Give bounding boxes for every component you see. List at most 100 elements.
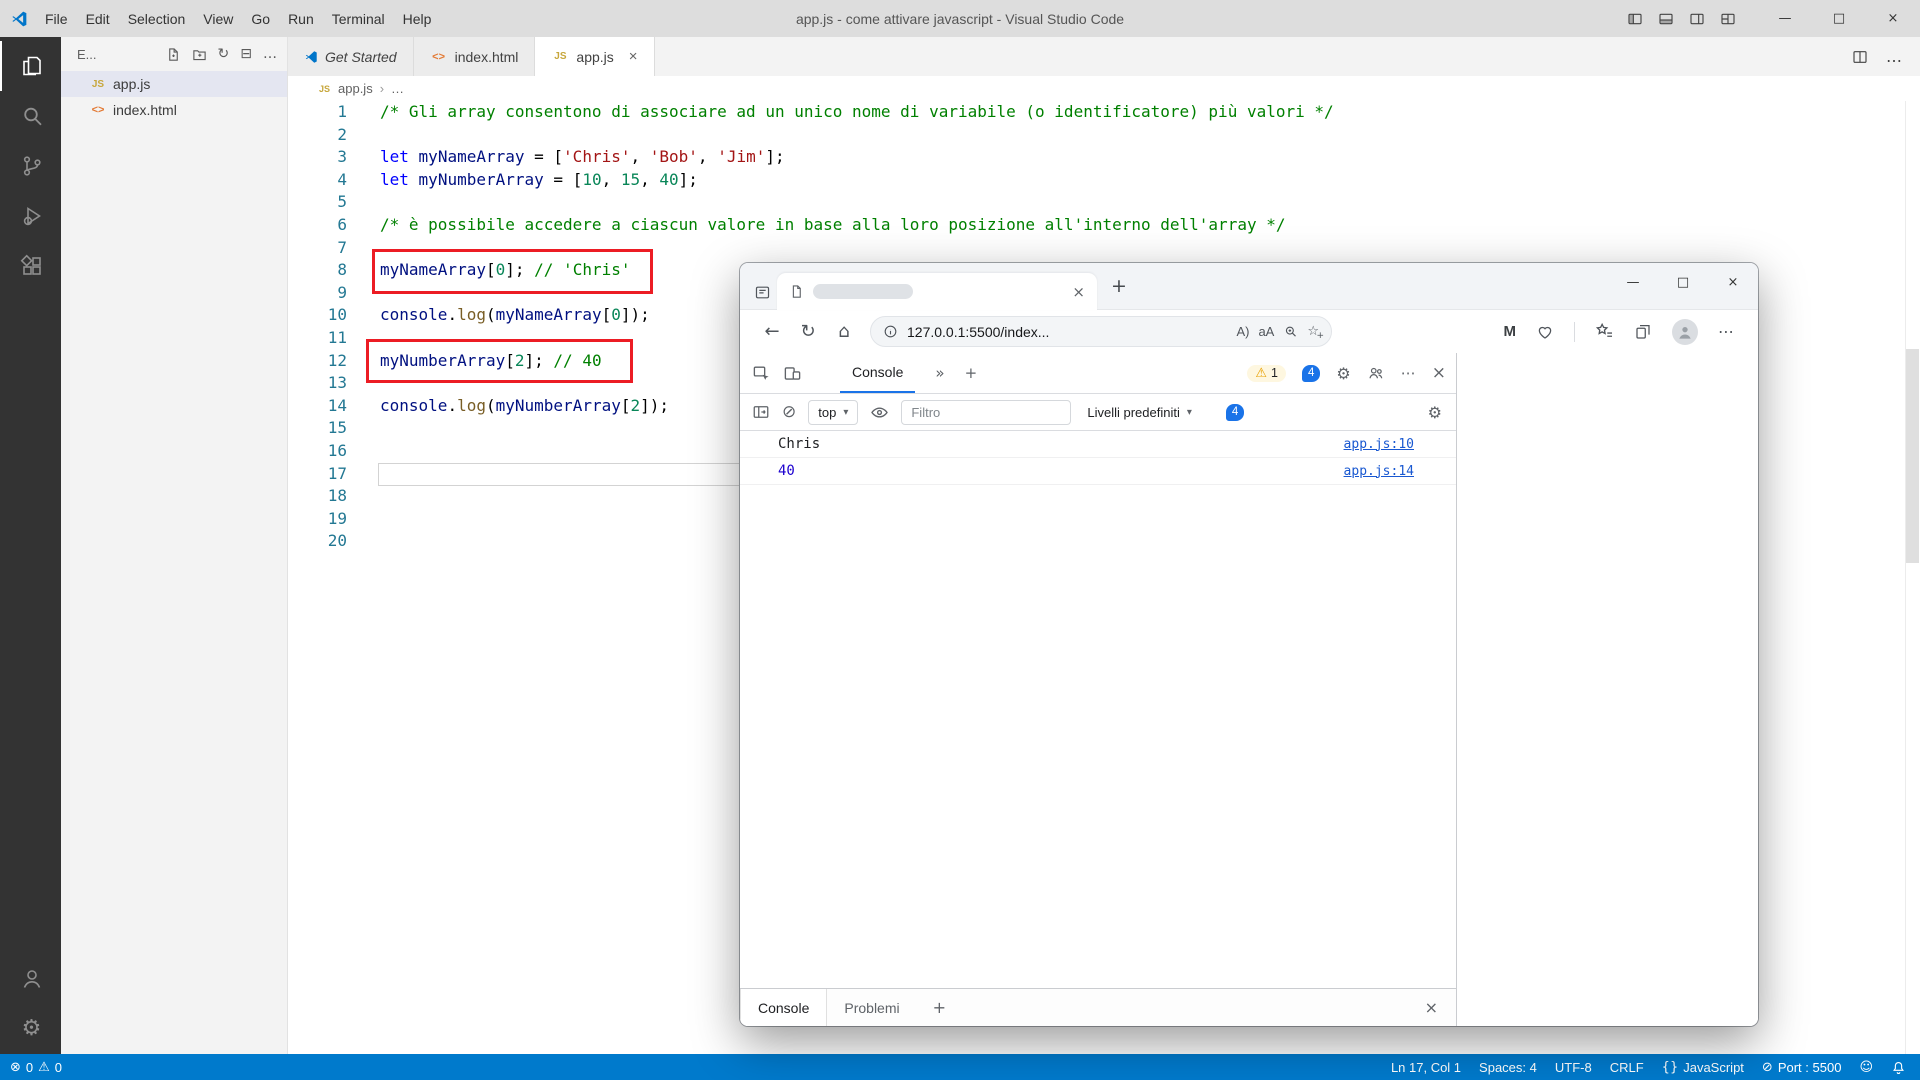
log-levels-selector[interactable]: Livelli predefiniti ▾: [1087, 405, 1192, 420]
tab-actions-icon[interactable]: [754, 284, 771, 301]
maximize-button[interactable]: □: [1658, 263, 1708, 301]
close-drawer-icon[interactable]: ×: [1407, 989, 1456, 1026]
minimize-button[interactable]: —: [1758, 0, 1812, 37]
menu-terminal[interactable]: Terminal: [323, 11, 394, 27]
breadcrumb-more[interactable]: …: [391, 81, 404, 96]
activity-run-debug[interactable]: [0, 191, 61, 241]
activity-extensions[interactable]: [0, 241, 61, 291]
line-number: 2: [288, 124, 347, 147]
breadcrumb[interactable]: JS app.js › …: [288, 76, 1920, 101]
minimize-button[interactable]: —: [1608, 263, 1658, 301]
activity-source-control[interactable]: [0, 141, 61, 191]
drawer-tab-console[interactable]: Console: [740, 989, 827, 1026]
scrollbar-thumb[interactable]: [1906, 349, 1919, 563]
editor-scrollbar[interactable]: [1905, 101, 1920, 1054]
translate-icon[interactable]: aA: [1258, 324, 1274, 339]
close-devtools-icon[interactable]: ×: [1432, 363, 1446, 383]
tab-get-started[interactable]: Get Started: [288, 37, 414, 76]
maximize-button[interactable]: □: [1812, 0, 1866, 37]
device-toolbar-icon[interactable]: [783, 364, 802, 383]
explorer-item-index.html[interactable]: <>index.html: [61, 97, 287, 123]
context-selector[interactable]: top ▾: [808, 400, 858, 425]
close-button[interactable]: ×: [1708, 263, 1758, 301]
console-settings-icon[interactable]: ⚙: [1428, 403, 1442, 422]
filter-input[interactable]: [901, 400, 1071, 425]
tab-app.js[interactable]: JSapp.js×: [535, 37, 654, 76]
devtools-settings-icon[interactable]: ⚙: [1336, 364, 1350, 383]
messages-badge[interactable]: 4: [1226, 404, 1244, 421]
editor-more-icon[interactable]: …: [1886, 47, 1902, 66]
toggle-panel-icon[interactable]: [1658, 11, 1674, 27]
clear-console-icon[interactable]: ⊘: [782, 402, 796, 422]
refresh-explorer-icon[interactable]: ↻: [218, 46, 230, 62]
devtools-tab-console[interactable]: Console: [840, 353, 915, 393]
menu-help[interactable]: Help: [394, 11, 441, 27]
menu-selection[interactable]: Selection: [119, 11, 195, 27]
more-tabs-icon[interactable]: »: [935, 364, 944, 382]
menu-file[interactable]: File: [36, 11, 77, 27]
status-item[interactable]: Ln 17, Col 1: [1391, 1060, 1461, 1075]
activity-search[interactable]: [0, 91, 61, 141]
new-file-icon[interactable]: [166, 47, 181, 62]
toggle-secondary-sidebar-icon[interactable]: [1689, 11, 1705, 27]
warnings-badge[interactable]: ⚠ 1: [1247, 365, 1286, 382]
site-info-icon[interactable]: [883, 324, 898, 339]
close-tab-icon[interactable]: ×: [1072, 283, 1085, 301]
breadcrumb-file[interactable]: app.js: [338, 81, 373, 96]
home-icon[interactable]: ⌂: [826, 314, 862, 350]
explorer-item-app.js[interactable]: JSapp.js: [61, 71, 287, 97]
inspect-icon[interactable]: [752, 364, 771, 383]
drawer-tab-problemi[interactable]: Problemi: [827, 989, 916, 1026]
browser-tab[interactable]: ×: [777, 273, 1097, 310]
console-source-link[interactable]: app.js:14: [1344, 464, 1414, 479]
status-language[interactable]: {} JavaScript: [1662, 1060, 1744, 1075]
read-aloud-icon[interactable]: A): [1236, 324, 1249, 339]
browser-essentials-icon[interactable]: [1536, 323, 1554, 341]
back-icon[interactable]: ←: [754, 314, 790, 350]
messages-badge[interactable]: 4: [1302, 365, 1320, 382]
status-port[interactable]: ⊘ Port : 5500: [1762, 1060, 1842, 1075]
status-item[interactable]: CRLF: [1610, 1060, 1644, 1075]
status-item[interactable]: Spaces: 4: [1479, 1060, 1537, 1075]
menu-go[interactable]: Go: [242, 11, 279, 27]
close-button[interactable]: ×: [1866, 0, 1920, 37]
breadcrumb-separator-icon: ›: [380, 81, 384, 96]
live-expression-eye-icon[interactable]: [870, 403, 889, 422]
close-tab-icon[interactable]: ×: [629, 48, 638, 65]
menu-view[interactable]: View: [194, 11, 242, 27]
activity-explorer[interactable]: [0, 41, 61, 91]
url-text[interactable]: 127.0.0.1:5500/index...: [907, 324, 1049, 340]
split-editor-icon[interactable]: [1852, 49, 1868, 65]
refresh-icon[interactable]: ↻: [790, 314, 826, 350]
console-source-link[interactable]: app.js:10: [1344, 437, 1414, 452]
notifications-bell-icon[interactable]: [1891, 1060, 1906, 1075]
problems-status[interactable]: ⊗ 0 ⚠ 0: [10, 1060, 62, 1075]
new-folder-icon[interactable]: [192, 47, 207, 62]
profile-avatar[interactable]: [1672, 319, 1698, 345]
page-viewport[interactable]: [1457, 353, 1758, 1026]
tab-index.html[interactable]: <>index.html: [414, 37, 536, 76]
settings-button[interactable]: ⚙: [0, 1004, 61, 1054]
account-button[interactable]: [0, 954, 61, 1004]
customize-layout-icon[interactable]: [1720, 11, 1736, 27]
new-tab-icon[interactable]: +: [1111, 275, 1127, 297]
console-sidebar-icon[interactable]: [752, 403, 770, 421]
browser-menu-icon[interactable]: ⋯: [1718, 322, 1734, 341]
views-more-icon[interactable]: …: [263, 46, 277, 62]
toggle-sidebar-icon[interactable]: [1627, 11, 1643, 27]
profiles-icon[interactable]: [1367, 364, 1385, 382]
favorite-add-icon[interactable]: ☆+: [1307, 324, 1319, 339]
collapse-all-icon[interactable]: ⊟: [240, 46, 252, 62]
m-extension-icon[interactable]: M: [1504, 323, 1517, 340]
menu-run[interactable]: Run: [279, 11, 323, 27]
status-item[interactable]: UTF-8: [1555, 1060, 1592, 1075]
add-tool-icon[interactable]: +: [965, 364, 978, 382]
feedback-icon[interactable]: ☺: [1859, 1060, 1873, 1075]
address-bar[interactable]: 127.0.0.1:5500/index... A) aA ☆+: [870, 316, 1332, 347]
menu-edit[interactable]: Edit: [77, 11, 119, 27]
collections-icon[interactable]: [1634, 323, 1652, 341]
zoom-icon[interactable]: [1283, 324, 1298, 339]
add-drawer-tab-icon[interactable]: +: [917, 989, 962, 1026]
devtools-more-icon[interactable]: ⋯: [1401, 364, 1416, 382]
favorites-icon[interactable]: [1595, 322, 1614, 341]
